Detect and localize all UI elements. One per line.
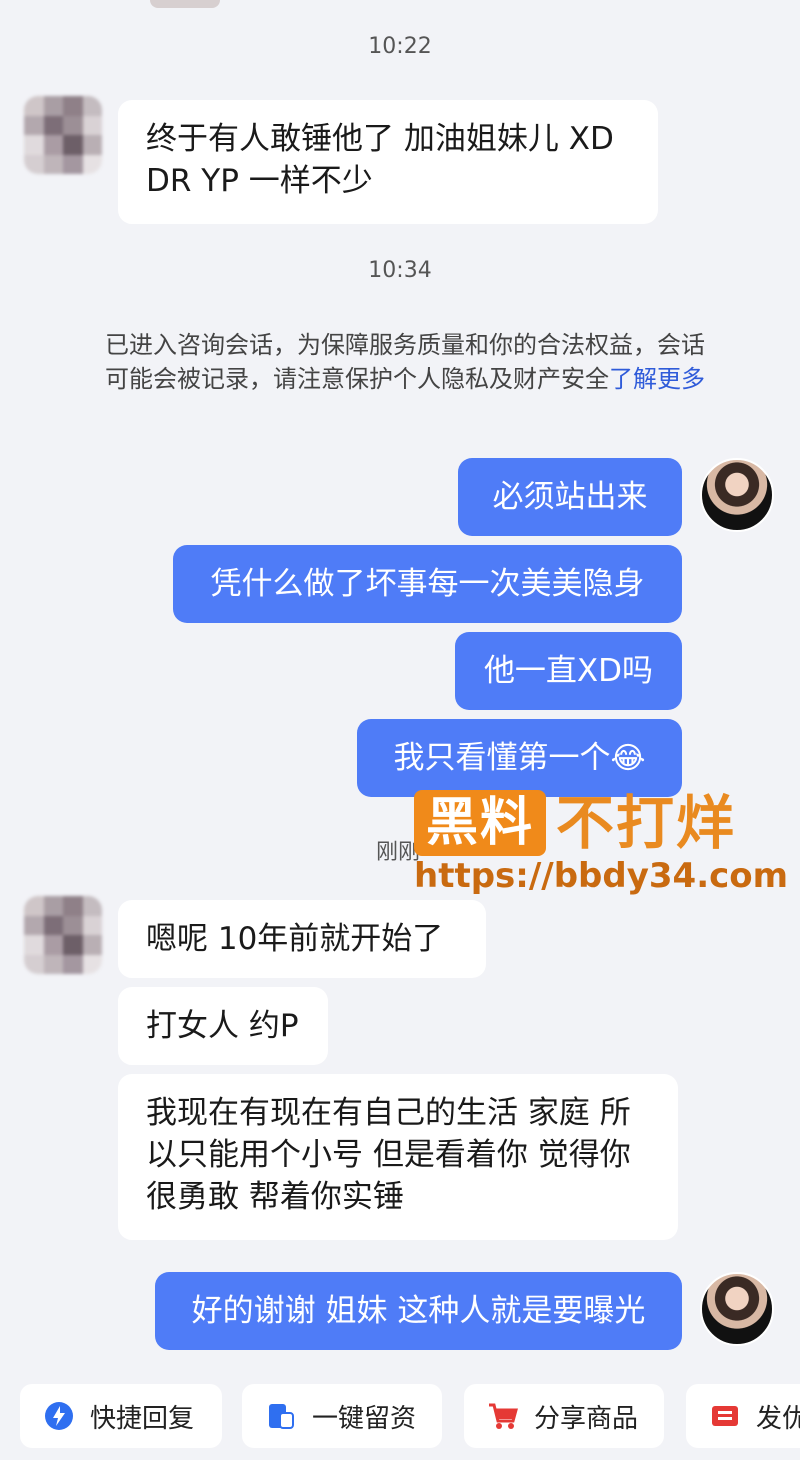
- send-coupon-button[interactable]: 发优: [686, 1384, 800, 1448]
- one-click-lead-label: 一键留资: [312, 1403, 417, 1434]
- share-product-button[interactable]: 分享商品: [464, 1384, 664, 1448]
- watermark-url: https://bbdy34.com: [414, 856, 789, 896]
- cart-icon: [486, 1399, 520, 1433]
- outgoing-message[interactable]: 他一直XD吗: [455, 632, 682, 710]
- coupon-icon: [708, 1399, 742, 1433]
- incoming-message[interactable]: 嗯呢 10年前就开始了: [118, 900, 486, 978]
- share-product-label: 分享商品: [534, 1403, 639, 1434]
- message-text: 必须站出来: [492, 479, 648, 515]
- send-coupon-label: 发优: [756, 1403, 800, 1434]
- message-text: 嗯呢 10年前就开始了: [146, 921, 444, 957]
- timestamp: 10:22: [368, 34, 432, 59]
- message-text: 终于有人敢锤他了 加油姐妹儿 XD DR YP 一样不少: [146, 121, 614, 199]
- watermark: 黑料 不打烊: [414, 790, 736, 856]
- laughing-emoji-icon: 😂: [610, 741, 646, 776]
- user-avatar[interactable]: [700, 1272, 774, 1346]
- message-text: 凭什么做了坏事每一次美美隐身: [210, 566, 645, 602]
- message-text: 他一直XD吗: [483, 653, 654, 689]
- quick-reply-label: 快捷回复: [90, 1403, 195, 1434]
- partial-avatar-top: [150, 0, 220, 8]
- quick-action-bar: 快捷回复 一键留资 分享商品 发优: [0, 1382, 800, 1460]
- one-click-lead-button[interactable]: 一键留资: [242, 1384, 442, 1448]
- message-text: 打女人 约P: [146, 1008, 299, 1044]
- learn-more-link[interactable]: 了解更多: [609, 365, 705, 393]
- user-avatar[interactable]: [700, 458, 774, 532]
- outgoing-message[interactable]: 凭什么做了坏事每一次美美隐身: [173, 545, 682, 623]
- outgoing-message[interactable]: 好的谢谢 姐妹 这种人就是要曝光: [155, 1272, 682, 1350]
- system-notice: 已进入咨询会话，为保障服务质量和你的合法权益，会话可能会被记录，请注意保护个人隐…: [105, 328, 705, 396]
- timestamp: 10:34: [368, 258, 432, 283]
- quick-reply-button[interactable]: 快捷回复: [20, 1384, 222, 1448]
- outgoing-message[interactable]: 必须站出来: [458, 458, 682, 536]
- watermark-box-text: 黑料: [414, 790, 547, 856]
- lightning-icon: [42, 1399, 76, 1433]
- contact-avatar[interactable]: [24, 896, 102, 974]
- form-icon: [264, 1399, 298, 1433]
- incoming-message[interactable]: 我现在有现在有自己的生活 家庭 所以只能用个小号 但是看着你 觉得你很勇敢 帮着…: [118, 1074, 678, 1240]
- incoming-message[interactable]: 打女人 约P: [118, 987, 328, 1065]
- message-text: 好的谢谢 姐妹 这种人就是要曝光: [191, 1293, 646, 1329]
- watermark-text: 不打烊: [556, 789, 737, 857]
- incoming-message[interactable]: 终于有人敢锤他了 加油姐妹儿 XD DR YP 一样不少: [118, 100, 658, 224]
- outgoing-message[interactable]: 我只看懂第一个😂: [357, 719, 682, 797]
- message-text: 我现在有现在有自己的生活 家庭 所以只能用个小号 但是看着你 觉得你很勇敢 帮着…: [146, 1095, 631, 1215]
- contact-avatar[interactable]: [24, 96, 102, 174]
- message-text: 我只看懂第一个: [393, 740, 611, 776]
